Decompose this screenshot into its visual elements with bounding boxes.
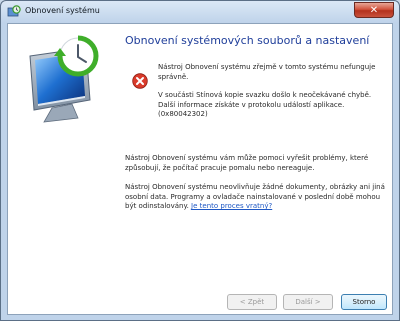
system-restore-icon xyxy=(7,5,21,17)
window-title: Obnovení systému xyxy=(25,6,100,15)
reversible-process-link[interactable]: Je tento proces vratný? xyxy=(191,202,272,210)
error-line-2: V součásti Stínová kopie svazku došlo k … xyxy=(158,91,372,109)
page-heading: Obnovení systémových souborů a nastavení xyxy=(125,34,370,47)
close-icon: ✕ xyxy=(369,5,379,16)
wizard-footer: < Zpět Další > Storno xyxy=(7,290,393,316)
description-paragraph-2: Nástroj Obnovení systému neovlivňuje žád… xyxy=(125,183,387,212)
error-code: (0x80042302) xyxy=(158,110,208,119)
error-line-1: Nástroj Obnovení systému zřejmě v tomto … xyxy=(158,63,376,81)
cancel-button[interactable]: Storno xyxy=(341,294,387,310)
description-text-2: Nástroj Obnovení systému neovlivňuje žád… xyxy=(125,183,387,212)
system-restore-monitor-icon xyxy=(29,35,99,123)
description-text-1: Nástroj Obnovení systému vám může pomoci… xyxy=(125,154,369,172)
wizard-content: Obnovení systémových souborů a nastavení… xyxy=(7,23,393,315)
next-button[interactable]: Další > xyxy=(283,294,333,310)
description-paragraph-1: Nástroj Obnovení systému vám může pomoci… xyxy=(125,154,387,173)
title-bar[interactable]: Obnovení systému ✕ xyxy=(1,1,399,23)
system-restore-window: Obnovení systému ✕ Obnovení systémových … xyxy=(0,0,400,321)
close-button[interactable]: ✕ xyxy=(354,2,394,18)
error-message: Nástroj Obnovení systému zřejmě v tomto … xyxy=(158,63,383,120)
back-button[interactable]: < Zpět xyxy=(227,294,277,310)
error-icon xyxy=(132,73,148,89)
